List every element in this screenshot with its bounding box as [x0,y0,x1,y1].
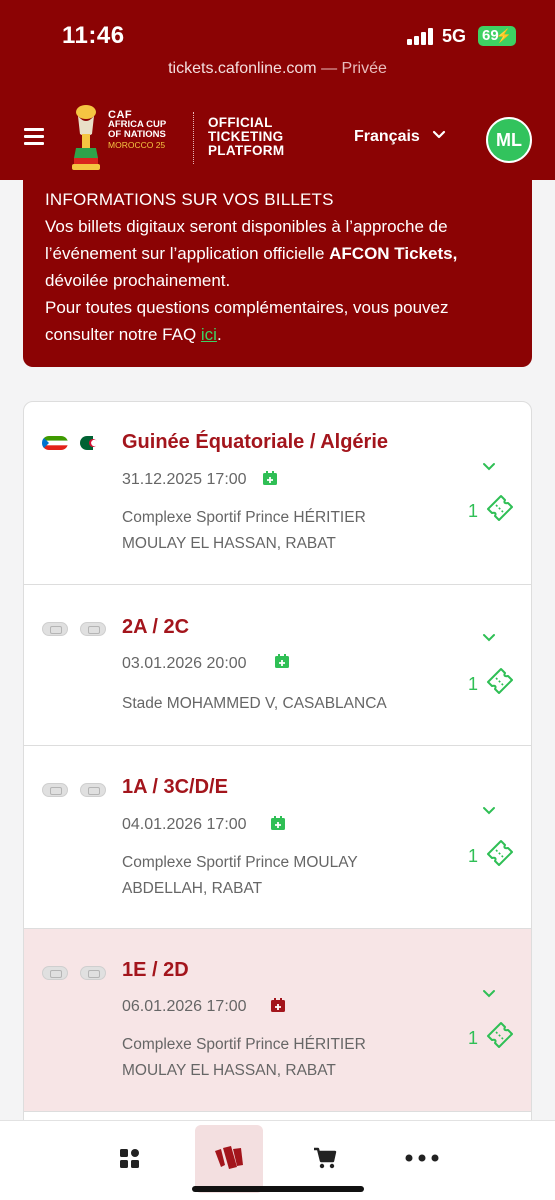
app-header: 11:46 5G 69 ⚡ tickets.cafonline.com — Pr… [0,0,555,180]
venue-line-1: Complexe Sportif Prince HÉRITIER [122,1036,366,1053]
match-venue: Stade MOHAMMED V, CASABLANCA [122,691,422,717]
add-to-calendar-icon[interactable] [270,997,286,1013]
match-venue: Complexe Sportif Prince HÉRITIER MOULAY … [122,1032,422,1084]
ticket-count: 1 [468,1028,479,1048]
equatorial-guinea-flag-icon [42,436,68,450]
algeria-flag-icon [80,436,106,450]
grid-icon [120,1149,139,1168]
venue-line-2: MOULAY EL HASSAN, RABAT [122,535,336,552]
info-line-5: consulter notre FAQ ici. [45,321,510,348]
info-line-5-end: . [216,325,222,344]
add-to-calendar-icon[interactable] [262,470,278,486]
ticket-count: 1 [468,674,479,694]
network-type: 5G [442,26,467,46]
ticket-icon[interactable] [484,665,516,697]
nav-tab-dashboard[interactable] [96,1121,164,1189]
info-line-4: Pour toutes questions complémentaires, v… [45,298,449,317]
match-datetime: 31.12.2025 17:00 [122,471,247,488]
match-title: 1E / 2D [122,959,189,981]
venue-line-1: Stade MOHAMMED V, CASABLANCA [122,695,387,712]
nav-tab-tickets[interactable] [195,1125,263,1193]
team-flags [42,783,112,797]
match-row-selected[interactable]: 1E / 2D 06.01.2026 17:00 Complexe Sporti… [24,929,531,1112]
chevron-down-icon[interactable] [482,806,496,816]
info-line-2: l’événement sur l’application officielle… [45,240,510,267]
match-row[interactable]: 2A / 2C 03.01.2026 20:00 Stade MOHAMMED … [24,585,531,746]
match-datetime: 06.01.2026 17:00 [122,998,247,1015]
add-to-calendar-icon[interactable] [270,815,286,831]
chevron-down-icon[interactable] [482,462,496,472]
chevron-down-icon[interactable] [482,989,496,999]
team-flags [42,622,112,636]
user-avatar[interactable]: ML [486,117,532,163]
afcon-trophy-logo[interactable] [68,104,104,172]
ticket-info-banner: INFORMATIONS SUR VOS BILLETS Vos billets… [23,180,532,367]
logo-line-2: OF NATIONS [108,129,166,140]
hamburger-menu-icon[interactable] [24,128,44,146]
nav-tab-cart[interactable] [290,1121,358,1189]
info-line-1: Vos billets digitaux seront disponibles … [45,217,448,236]
status-time: 11:46 [62,22,125,49]
add-to-calendar-icon[interactable] [274,653,290,669]
match-datetime: 04.01.2026 17:00 [122,816,247,833]
team-flags [42,436,112,450]
match-row[interactable]: Guinée Équatoriale / Algérie 31.12.2025 … [24,402,531,585]
info-line-2-text: l’événement sur l’application officielle [45,244,330,263]
nav-tab-more[interactable] [388,1121,456,1189]
placeholder-flag-icon [42,622,68,636]
ticket-icon[interactable] [484,1019,516,1051]
ticket-count: 1 [468,501,479,521]
more-icon [405,1154,439,1162]
match-row[interactable]: 1A / 3C/D/E 04.01.2026 17:00 Complexe Sp… [24,746,531,929]
info-line-3: dévoilée prochainement. [45,271,231,290]
match-title: 1A / 3C/D/E [122,776,228,798]
ticket-count: 1 [468,846,479,866]
platform-line-3: PLATFORM [208,143,285,158]
ticket-icon[interactable] [484,837,516,869]
url-text: tickets.cafonline.com [168,60,317,77]
team-flags [42,966,112,980]
afcon-tickets-app-name: AFCON Tickets, [329,244,458,263]
match-list: Guinée Équatoriale / Algérie 31.12.2025 … [23,401,532,1120]
venue-line-1: Complexe Sportif Prince HÉRITIER [122,509,366,526]
logo-line-3: MOROCCO 25 [108,140,166,150]
placeholder-flag-icon [42,783,68,797]
placeholder-flag-icon [80,622,106,636]
venue-line-2: ABDELLAH, RABAT [122,880,263,897]
info-line-5-text: consulter notre FAQ [45,325,201,344]
chevron-down-icon[interactable] [432,128,446,142]
platform-title: OFFICIAL TICKETING PLATFORM [208,116,284,158]
platform-line-1: OFFICIAL [208,115,273,130]
private-mode-label: — Privée [321,60,387,77]
platform-line-2: TICKETING [208,129,284,144]
chevron-down-icon[interactable] [482,633,496,643]
status-bar: 11:46 5G 69 ⚡ [0,0,555,52]
placeholder-flag-icon [42,966,68,980]
home-indicator[interactable] [192,1186,364,1192]
navbar: CAF AFRICA CUP OF NATIONS MOROCCO 25 OFF… [0,100,555,180]
match-venue: Complexe Sportif Prince HÉRITIER MOULAY … [122,505,422,557]
venue-line-1: Complexe Sportif Prince MOULAY [122,854,358,871]
info-title: INFORMATIONS SUR VOS BILLETS [45,190,334,209]
main-content[interactable]: INFORMATIONS SUR VOS BILLETS Vos billets… [0,180,555,1120]
venue-line-2: MOULAY EL HASSAN, RABAT [122,1062,336,1079]
ticket-icon[interactable] [484,492,516,524]
placeholder-flag-icon [80,783,106,797]
placeholder-flag-icon [80,966,106,980]
match-title: Guinée Équatoriale / Algérie [122,431,388,453]
tickets-icon [215,1146,243,1169]
afcon-logo-text: CAF AFRICA CUP OF NATIONS MOROCCO 25 [108,110,166,151]
cart-icon [314,1147,337,1169]
battery-icon: 69 ⚡ [478,26,516,46]
match-title: 2A / 2C [122,616,190,638]
logo-divider [193,112,195,164]
signal-icon [407,27,435,45]
browser-url-bar[interactable]: tickets.cafonline.com — Privée [0,60,555,78]
faq-link[interactable]: ici [201,325,217,344]
language-selector[interactable]: Français [354,128,420,146]
match-venue: Complexe Sportif Prince MOULAY ABDELLAH,… [122,850,422,902]
match-datetime: 03.01.2026 20:00 [122,655,247,672]
charging-icon: ⚡ [495,28,512,43]
